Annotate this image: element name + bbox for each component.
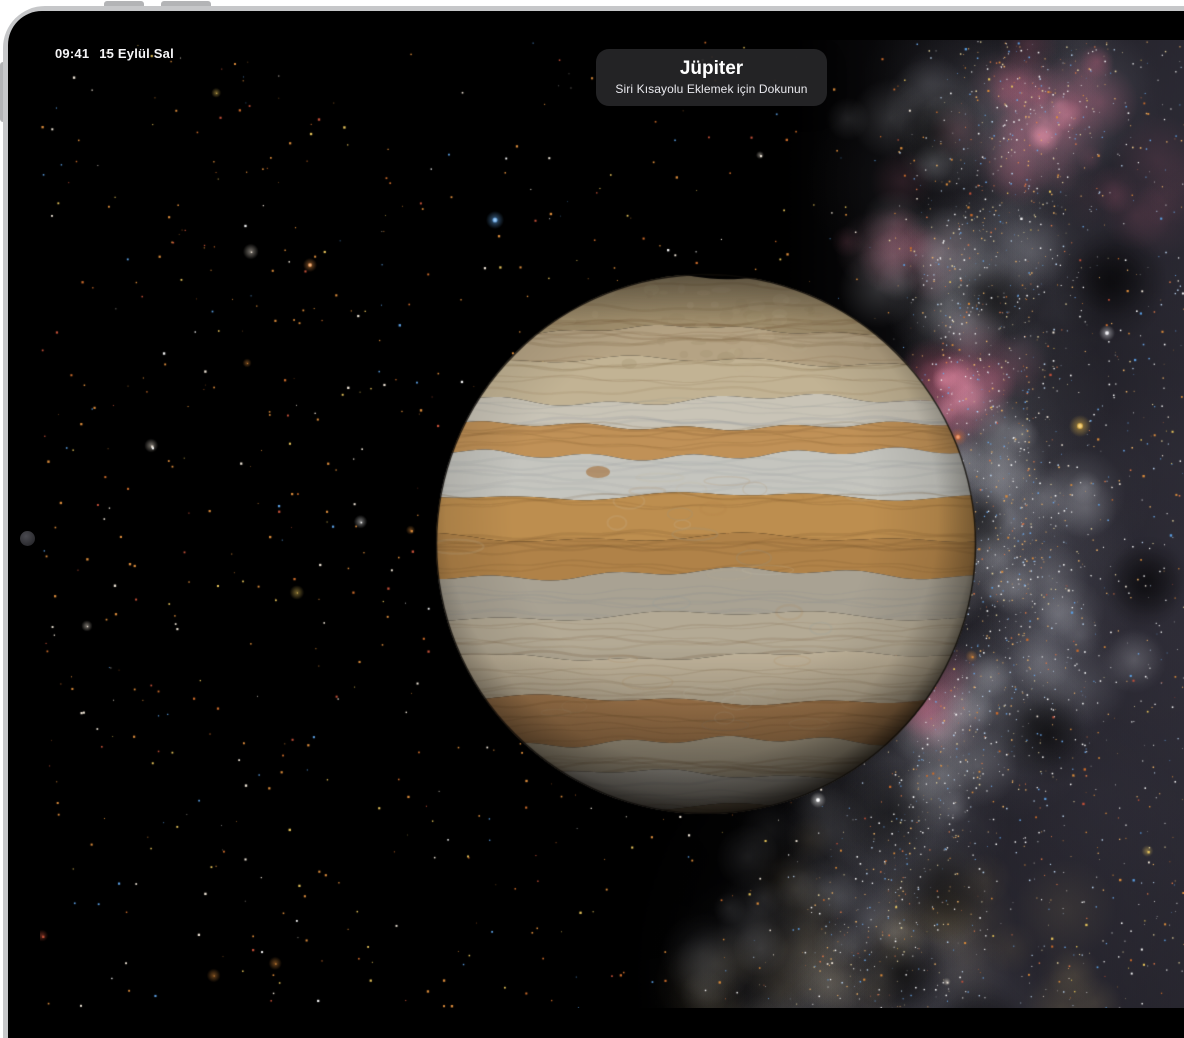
device-frame: 09:41 15 Eylül Sal Jüpiter Siri Kısayolu… <box>3 6 1184 1038</box>
status-bar: 09:41 15 Eylül Sal <box>55 46 174 61</box>
status-time: 09:41 <box>55 46 89 61</box>
front-camera <box>20 531 35 546</box>
banner-subtitle: Siri Kısayolu Eklemek için Dokunun <box>615 82 807 96</box>
page-background: { "device": { "frame_color": "#c6c7c9", … <box>0 0 1184 1008</box>
status-date: 15 Eylül Sal <box>99 46 174 61</box>
banner-title: Jüpiter <box>680 59 743 80</box>
screen-glass: 09:41 15 Eylül Sal Jüpiter Siri Kısayolu… <box>8 11 1184 1038</box>
space-view[interactable] <box>40 40 1184 1008</box>
siri-shortcut-banner[interactable]: Jüpiter Siri Kısayolu Eklemek için Dokun… <box>596 49 827 106</box>
